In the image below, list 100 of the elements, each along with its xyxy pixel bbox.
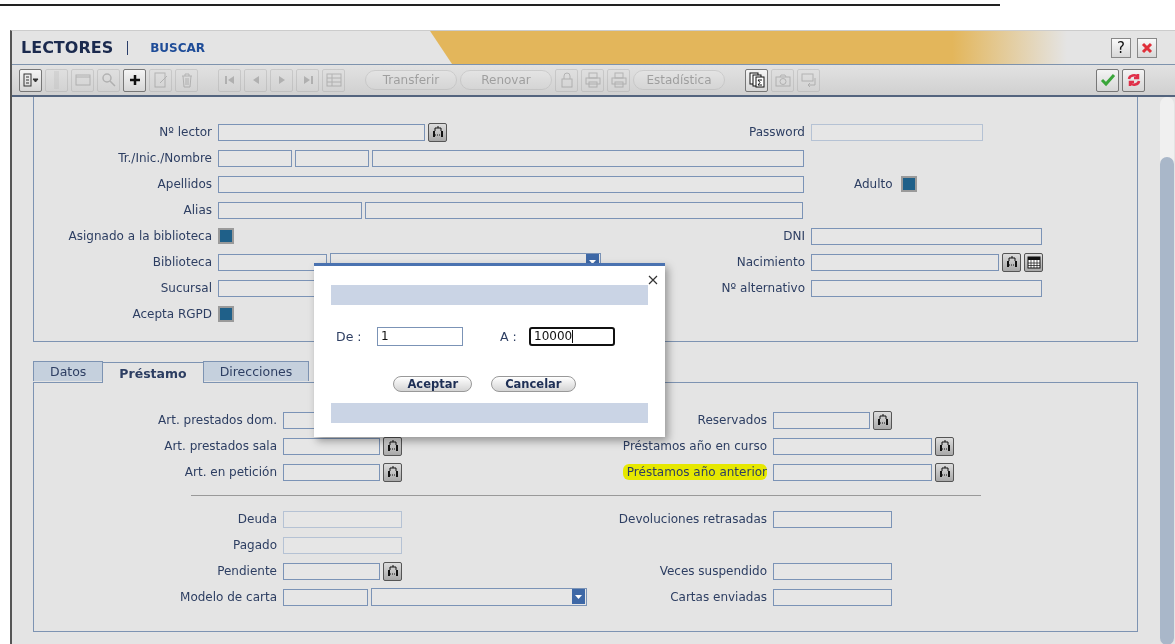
connector-icon	[1004, 255, 1019, 269]
connector-icon	[430, 125, 445, 139]
input-field[interactable]	[218, 149, 292, 167]
field-label: Sucursal	[159, 281, 212, 295]
grid-icon	[325, 72, 342, 88]
field-label: Asignado a la biblioteca	[67, 229, 212, 243]
field-label: Pendiente	[216, 564, 277, 578]
field-label: Devoluciones retrasadas	[618, 512, 767, 526]
close-icon	[1141, 41, 1153, 54]
connector-icon	[385, 465, 400, 479]
field-label: Acepta RGPD	[131, 307, 212, 321]
copies-sum-icon	[748, 72, 765, 88]
input-field[interactable]	[218, 253, 327, 271]
refresh-icon	[1125, 72, 1142, 88]
close-button[interactable]	[646, 273, 660, 287]
field-label: Tr./Inic./Nombre	[117, 151, 212, 165]
field-label: Art. prestados dom.	[157, 413, 277, 427]
input-field[interactable]	[773, 437, 932, 455]
field-label: Nº alternativo	[721, 281, 805, 295]
window-icon	[74, 72, 91, 88]
connector-icon	[385, 439, 400, 453]
dialog-button[interactable]: Cancelar	[491, 376, 576, 392]
input-field[interactable]	[811, 123, 983, 141]
input-field[interactable]	[283, 437, 380, 455]
input-field[interactable]: 1	[377, 326, 463, 346]
lock-icon	[558, 72, 575, 88]
field-label: Reservados	[697, 413, 767, 427]
printer-icon	[584, 72, 601, 88]
input-field[interactable]	[811, 279, 1042, 297]
input-field[interactable]	[218, 175, 804, 193]
window-title: LECTORES	[21, 38, 114, 57]
field-label: Préstamos año en curso	[622, 439, 767, 453]
field-label: Pagado	[232, 538, 277, 552]
field-label: Deuda	[236, 512, 277, 526]
connector-icon	[875, 413, 890, 427]
lookup-button[interactable]	[873, 410, 892, 430]
lookup-button[interactable]	[1002, 252, 1021, 272]
dropdown[interactable]	[371, 588, 587, 606]
lookup-button[interactable]	[935, 462, 954, 482]
field-label: Adulto	[854, 177, 893, 191]
field-label: Modelo de carta	[179, 590, 277, 604]
input-field[interactable]: 10000	[529, 326, 615, 346]
input-field[interactable]	[811, 253, 999, 271]
input-field[interactable]	[773, 562, 892, 580]
field-label: Préstamos año anterior	[622, 464, 767, 480]
input-field[interactable]	[365, 201, 803, 219]
field-label: Nº lector	[158, 125, 212, 139]
mode-label: BUSCAR	[150, 40, 206, 55]
lookup-button[interactable]	[383, 462, 402, 482]
field-label: DNI	[783, 229, 805, 243]
checkbox[interactable]	[218, 306, 234, 322]
field-label: Veces suspendido	[659, 564, 767, 578]
tab[interactable]: Datos	[33, 361, 104, 381]
field-label: Apellidos	[156, 177, 212, 191]
lookup-button[interactable]	[428, 122, 447, 142]
field-label: Alias	[182, 203, 212, 217]
input-field[interactable]	[773, 463, 932, 481]
input-field[interactable]	[773, 411, 870, 429]
field-label: Art. prestados sala	[163, 439, 277, 453]
check-icon	[1099, 72, 1116, 88]
input-field[interactable]	[295, 149, 369, 167]
field-label: De :	[336, 328, 363, 344]
input-field[interactable]	[372, 149, 804, 167]
printer-icon	[610, 72, 627, 88]
input-field[interactable]	[773, 510, 892, 528]
tab[interactable]: Direcciones	[202, 361, 310, 381]
connector-icon	[937, 439, 952, 453]
input-field[interactable]	[283, 510, 402, 528]
connector-icon	[385, 564, 400, 578]
tab[interactable]: Préstamo	[102, 362, 204, 383]
toolbar-button[interactable]	[745, 68, 768, 92]
toolbar-button[interactable]	[123, 68, 146, 92]
field-label: Cartas enviadas	[670, 590, 767, 604]
input-field[interactable]	[218, 123, 425, 141]
close-icon	[648, 275, 658, 285]
input-field[interactable]	[283, 463, 380, 481]
field-label: A :	[500, 328, 518, 344]
input-field[interactable]	[283, 536, 402, 554]
checkbox[interactable]	[900, 176, 917, 192]
input-field[interactable]	[283, 562, 380, 580]
search-icon	[100, 72, 117, 88]
field-label: Biblioteca	[151, 255, 212, 269]
camera-icon	[774, 72, 791, 88]
list-menu-icon	[22, 72, 39, 88]
dialog-button[interactable]: Aceptar	[393, 376, 473, 392]
calendar-button[interactable]	[1024, 252, 1043, 272]
field-label: Nacimiento	[736, 255, 805, 269]
input-field[interactable]	[811, 227, 1042, 245]
help-button[interactable]: ?	[1111, 37, 1131, 58]
field-label: Art. en petición	[183, 465, 277, 479]
calendar-icon	[1026, 255, 1041, 269]
edit-icon	[152, 72, 169, 88]
connector-icon	[937, 465, 952, 479]
input-field[interactable]	[283, 588, 368, 606]
checkbox[interactable]	[218, 228, 234, 244]
input-field[interactable]	[773, 588, 892, 606]
input-field[interactable]	[218, 201, 362, 219]
lookup-button[interactable]	[383, 561, 402, 581]
lookup-button[interactable]	[935, 436, 954, 456]
camera-enter-icon	[800, 72, 817, 88]
